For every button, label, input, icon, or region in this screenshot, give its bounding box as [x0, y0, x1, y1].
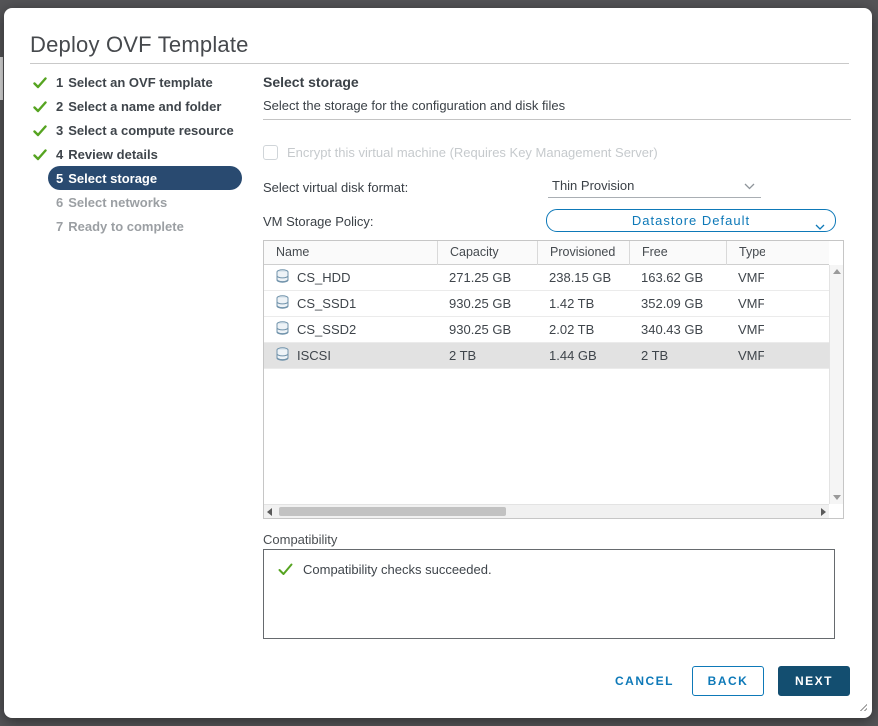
horizontal-scrollbar-thumb[interactable]	[279, 507, 506, 516]
column-header-capacity[interactable]: Capacity	[437, 241, 537, 265]
storage-policy-select[interactable]: Datastore Default	[546, 209, 836, 232]
step-number: 4	[56, 147, 63, 162]
table-row-cs-ssd1[interactable]: CS_SSD1 930.25 GB 1.42 TB 352.09 GB VMFS	[264, 291, 829, 317]
horizontal-scrollbar[interactable]	[264, 504, 829, 518]
capacity-value: 2 TB	[437, 348, 537, 363]
check-icon	[33, 76, 47, 88]
step-label: Select storage	[68, 171, 157, 186]
free-value: 163.62 GB	[629, 270, 726, 285]
title-divider	[30, 63, 849, 64]
step-number: 1	[56, 75, 63, 90]
check-icon	[33, 124, 47, 136]
encrypt-vm-option: Encrypt this virtual machine (Requires K…	[263, 145, 658, 160]
disk-format-value: Thin Provision	[552, 178, 634, 193]
encrypt-checkbox	[263, 145, 278, 160]
datastore-name: CS_SSD2	[297, 322, 356, 337]
compatibility-message: Compatibility checks succeeded.	[303, 562, 492, 577]
step-1-select-an-ovf-template[interactable]: 1 Select an OVF template	[30, 70, 242, 94]
chevron-down-icon	[815, 218, 825, 233]
deploy-ovf-template-dialog: Deploy OVF Template 1 Select an OVF templ…	[4, 8, 872, 718]
dialog-title: Deploy OVF Template	[30, 32, 249, 58]
capacity-value: 930.25 GB	[437, 296, 537, 311]
step-2-select-a-name-and-folder[interactable]: 2 Select a name and folder	[30, 94, 242, 118]
datastore-icon	[276, 321, 289, 338]
provisioned-value: 1.44 GB	[537, 348, 629, 363]
free-value: 340.43 GB	[629, 322, 726, 337]
step-number: 2	[56, 99, 63, 114]
dialog-footer: CANCEL BACK NEXT	[611, 666, 850, 696]
vertical-scrollbar[interactable]	[829, 265, 843, 504]
storage-policy-value: Datastore Default	[632, 213, 750, 228]
compatibility-label: Compatibility	[263, 532, 337, 547]
column-header-name[interactable]: Name	[264, 241, 437, 265]
scroll-left-icon[interactable]	[267, 508, 272, 516]
scroll-right-icon[interactable]	[821, 508, 826, 516]
table-row-cs-hdd[interactable]: CS_HDD 271.25 GB 238.15 GB 163.62 GB VMF…	[264, 265, 829, 291]
table-header-row: Name Capacity Provisioned Free Type	[264, 241, 829, 265]
datastore-name: CS_HDD	[297, 270, 350, 285]
step-label: Review details	[68, 147, 158, 162]
free-value: 2 TB	[629, 348, 726, 363]
step-label: Select a compute resource	[68, 123, 233, 138]
type-value: VMFS	[738, 348, 764, 363]
step-6-select-networks: 6 Select networks	[30, 190, 242, 214]
scroll-up-icon[interactable]	[833, 269, 841, 274]
column-header-provisioned[interactable]: Provisioned	[537, 241, 629, 265]
step-5-select-storage[interactable]: 5 Select storage	[30, 166, 242, 190]
datastore-name: CS_SSD1	[297, 296, 356, 311]
table-body: CS_HDD 271.25 GB 238.15 GB 163.62 GB VMF…	[264, 265, 829, 369]
page-subtitle: Select the storage for the configuration…	[263, 98, 565, 113]
provisioned-value: 238.15 GB	[537, 270, 629, 285]
next-button[interactable]: NEXT	[778, 666, 850, 696]
step-label: Ready to complete	[68, 219, 184, 234]
step-number: 5	[56, 171, 63, 186]
type-value: VMFS	[738, 270, 764, 285]
disk-format-label: Select virtual disk format:	[263, 180, 408, 195]
page-title: Select storage	[263, 74, 359, 90]
back-button[interactable]: BACK	[692, 666, 764, 696]
check-icon	[33, 100, 47, 112]
step-number: 6	[56, 195, 63, 210]
storage-policy-label: VM Storage Policy:	[263, 214, 374, 229]
step-number: 7	[56, 219, 63, 234]
datastore-table: Name Capacity Provisioned Free Type CS_H…	[263, 240, 844, 519]
datastore-name: ISCSI	[297, 348, 331, 363]
step-7-ready-to-complete: 7 Ready to complete	[30, 214, 242, 238]
type-value: VMFS	[738, 322, 764, 337]
datastore-icon	[276, 295, 289, 312]
compatibility-panel: Compatibility checks succeeded.	[263, 549, 835, 639]
column-header-free[interactable]: Free	[629, 241, 726, 265]
step-label: Select an OVF template	[68, 75, 213, 90]
table-row-iscsi-selected[interactable]: ISCSI 2 TB 1.44 GB 2 TB VMFS	[264, 343, 829, 369]
provisioned-value: 2.02 TB	[537, 322, 629, 337]
cancel-button[interactable]: CANCEL	[611, 668, 678, 694]
datastore-table-viewport: Name Capacity Provisioned Free Type CS_H…	[264, 241, 829, 504]
content-divider	[263, 119, 851, 120]
capacity-value: 930.25 GB	[437, 322, 537, 337]
table-row-cs-ssd2[interactable]: CS_SSD2 930.25 GB 2.02 TB 340.43 GB VMFS	[264, 317, 829, 343]
wizard-steps: 1 Select an OVF template 2 Select a name a…	[30, 70, 242, 238]
step-4-review-details[interactable]: 4 Review details	[30, 142, 242, 166]
datastore-icon	[276, 269, 289, 286]
background-ui-sliver	[0, 57, 3, 100]
success-check-icon	[278, 563, 293, 581]
free-value: 352.09 GB	[629, 296, 726, 311]
step-3-select-a-compute-resource[interactable]: 3 Select a compute resource	[30, 118, 242, 142]
disk-format-select[interactable]: Thin Provision	[548, 173, 761, 198]
resize-handle[interactable]	[857, 701, 867, 711]
capacity-value: 271.25 GB	[437, 270, 537, 285]
step-label: Select networks	[68, 195, 167, 210]
column-header-type[interactable]: Type	[739, 241, 765, 264]
step-label: Select a name and folder	[68, 99, 221, 114]
step-number: 3	[56, 123, 63, 138]
datastore-icon	[276, 347, 289, 364]
encrypt-label: Encrypt this virtual machine (Requires K…	[287, 145, 658, 160]
check-icon	[33, 148, 47, 160]
type-value: VMFS	[738, 296, 764, 311]
chevron-down-icon	[744, 178, 755, 193]
provisioned-value: 1.42 TB	[537, 296, 629, 311]
scroll-down-icon[interactable]	[833, 495, 841, 500]
